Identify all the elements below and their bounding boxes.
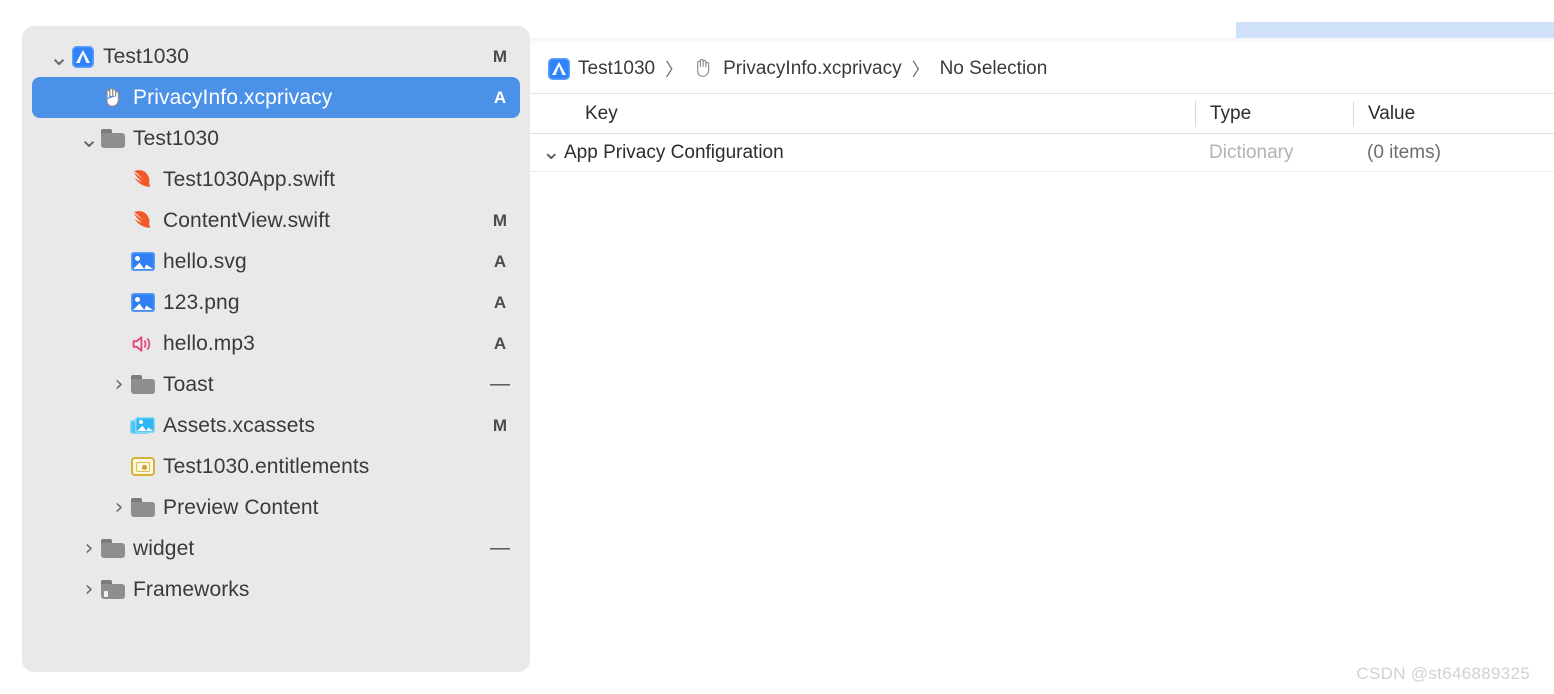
swift-icon [131,210,155,231]
scm-status-badge: A [493,333,507,353]
navigator-item-icon [130,209,156,233]
navigator-item-123-png[interactable]: 123.png A [32,282,520,323]
navigator-item-icon [130,291,156,315]
plist-table: Key Type Value ⌄ App Privacy Configuratio… [530,94,1554,172]
navigator-item-contentview-swift[interactable]: ContentView.swift M [32,200,520,241]
navigator-item-hello-svg[interactable]: hello.svg A [32,241,520,282]
chevron-down-icon[interactable]: ⌄ [78,127,100,151]
navigator-item-label: 123.png [163,290,240,314]
scm-status-badge: M [492,46,508,66]
hand-icon [693,57,715,80]
navigator-item-label: hello.mp3 [163,331,255,355]
navigator-item-icon [100,86,126,110]
plist-key-cell[interactable]: ⌄ App Privacy Configuration [530,141,1195,164]
column-header-type[interactable]: Type [1195,100,1353,127]
navigator-item-test1030app-swift[interactable]: Test1030App.swift [32,159,520,200]
navigator-item-frameworks[interactable]: › Frameworks [32,569,520,610]
scm-status-badge: A [493,87,507,107]
image-icon [131,293,155,312]
plist-type-cell[interactable]: Dictionary [1195,142,1353,164]
navigator-item-label: Test1030 [103,44,190,68]
project-navigator-panel: ⌄ Test1030 M PrivacyInfo.xcprivacy A ⌄ Test103… [22,26,530,672]
navigator-item-icon [130,168,156,192]
navigator-item-icon [70,45,96,69]
navigator-item-label: PrivacyInfo.xcprivacy [133,85,333,109]
chevron-right-icon[interactable]: › [108,373,130,396]
navigator-item-icon [100,537,126,561]
navigator-item-icon [130,496,156,520]
breadcrumb-label: No Selection [939,57,1048,79]
chevron-right-icon[interactable]: › [78,537,100,560]
plist-key-label: App Privacy Configuration [564,141,784,163]
breadcrumb-label: Test1030 [578,57,656,79]
navigator-item-test1030[interactable]: ⌄ Test1030 [32,118,520,159]
scm-status-badge: M [492,210,508,230]
navigator-item-icon [130,332,156,356]
navigator-item-label: Preview Content [163,495,319,519]
folder-icon [131,375,155,394]
breadcrumb-item-project[interactable]: Test1030 [548,57,656,80]
hand-icon [102,86,124,109]
chevron-down-icon[interactable]: ⌄ [48,45,70,69]
scm-status-badge: — [490,373,510,395]
navigator-item-preview-content[interactable]: › Preview Content [32,487,520,528]
navigator-item-label: hello.svg [163,249,247,273]
image-icon [131,252,155,271]
navigator-item-toast[interactable]: › Toast — [32,364,520,405]
navigator-item-label: Test1030.entitlements [163,454,370,478]
navigator-item-icon [130,414,156,438]
navigator-item-label: Assets.xcassets [163,413,316,437]
navigator-item-icon [130,250,156,274]
plist-value-cell[interactable]: (0 items) [1353,142,1554,164]
navigator-item-label: Frameworks [133,577,250,601]
navigator-item-assets-xcassets[interactable]: Assets.xcassets M [32,405,520,446]
folder-icon [101,129,125,148]
app-store-icon [548,57,570,80]
entitlement-icon [131,457,155,476]
plist-table-header: Key Type Value [530,94,1554,134]
scm-status-badge: A [493,292,507,312]
folder-library-icon [101,580,125,599]
scm-status-badge: M [492,415,508,435]
breadcrumb[interactable]: Test1030 〉 PrivacyInfo.xcprivacy 〉 No Se… [530,44,1554,94]
column-header-value[interactable]: Value [1353,100,1554,127]
navigator-item-test1030[interactable]: ⌄ Test1030 M [32,36,520,77]
navigator-item-label: Test1030 [133,126,220,150]
breadcrumb-separator-icon: 〉 [665,59,684,81]
speaker-icon [131,334,155,354]
top-window-accent-strip [1236,22,1554,38]
breadcrumb-label: PrivacyInfo.xcprivacy [723,57,902,79]
breadcrumb-item-file[interactable]: PrivacyInfo.xcprivacy [693,57,902,80]
navigator-item-icon [100,127,126,151]
chevron-down-icon[interactable]: ⌄ [542,141,564,163]
table-row[interactable]: ⌄ App Privacy Configuration Dictionary (0 i… [530,134,1554,172]
navigator-item-hello-mp3[interactable]: hello.mp3 A [32,323,520,364]
plist-table-body: ⌄ App Privacy Configuration Dictionary (0 i… [530,134,1554,172]
editor-pane: Test1030 〉 PrivacyInfo.xcprivacy 〉 No Se… [530,44,1554,694]
navigator-item-icon [100,578,126,602]
chevron-right-icon[interactable]: › [108,496,130,519]
column-header-key[interactable]: Key [530,103,1195,125]
navigator-item-label: Toast [163,372,214,396]
assets-icon [130,416,156,436]
breadcrumb-separator-icon: 〉 [911,59,930,81]
project-navigator-list[interactable]: ⌄ Test1030 M PrivacyInfo.xcprivacy A ⌄ Test103… [22,26,530,672]
navigator-item-widget[interactable]: › widget — [32,528,520,569]
navigator-item-icon [130,373,156,397]
scm-status-badge: A [493,251,507,271]
breadcrumb-item-selection[interactable]: No Selection [940,58,1048,80]
navigator-item-label: ContentView.swift [163,208,331,232]
app-store-icon [72,45,94,68]
navigator-item-privacyinfo-xcprivacy[interactable]: PrivacyInfo.xcprivacy A [32,77,520,118]
swift-icon [131,169,155,190]
chevron-right-icon[interactable]: › [78,578,100,601]
navigator-item-icon [130,455,156,479]
scm-status-badge: — [490,537,510,559]
folder-icon [101,539,125,558]
folder-icon [131,498,155,517]
watermark-text: CSDN @st646889325 [1356,664,1530,683]
navigator-item-test1030-entitlements[interactable]: Test1030.entitlements [32,446,520,487]
navigator-item-label: Test1030App.swift [163,167,336,191]
navigator-item-label: widget [133,536,195,560]
